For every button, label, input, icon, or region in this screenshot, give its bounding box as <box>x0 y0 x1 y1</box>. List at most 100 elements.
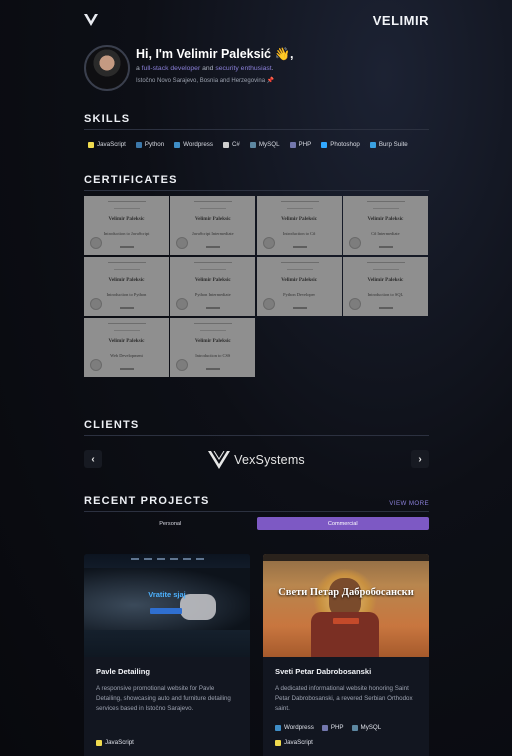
javascript-icon <box>275 739 281 746</box>
view-more-link[interactable]: VIEW MORE <box>389 500 429 507</box>
certificate-course: JavaScript Intermediate <box>192 231 234 236</box>
thumbnail-cta <box>150 608 182 614</box>
certificate-card[interactable]: Velimir Paleksic Web Development <box>84 318 169 377</box>
seal-icon <box>90 298 102 310</box>
javascript-icon <box>96 739 102 746</box>
certificate-course: Introduction to JavaScript <box>103 231 150 236</box>
skill-label: Python <box>144 141 165 148</box>
tech-mysql: MySQL <box>351 724 382 731</box>
carousel-next-button[interactable]: › <box>411 450 429 468</box>
client-name: VexSystems <box>234 453 305 467</box>
certificate-grid: Velimir Paleksic Introduction to JavaScri… <box>84 196 429 377</box>
certificate-card[interactable]: Velimir Paleksic Introduction to Python <box>84 257 169 316</box>
tagline: a full-stack developer and security enth… <box>136 65 294 72</box>
certificates-section: CERTIFICATES Velimir Paleksic Introductio… <box>84 174 429 377</box>
certificate-name: Velimir Paleksic <box>194 216 231 222</box>
issuer-logo-icon <box>206 246 221 248</box>
tech-label: MySQL <box>360 724 382 731</box>
issuer-logo-icon <box>120 307 134 309</box>
intro-text: Hi, I'm Velimir Paleksić 👋, a full-stack… <box>136 47 294 84</box>
seal-icon <box>348 298 361 310</box>
skill-label: Burp Suite <box>378 141 408 148</box>
certificate-course: Python Intermediate <box>194 292 231 297</box>
tech-label: JavaScript <box>105 739 134 746</box>
issuer-logo-icon <box>292 307 307 309</box>
issuer-logo-icon <box>378 307 393 309</box>
role-fullstack: full-stack developer <box>141 65 201 72</box>
certificate-name: Velimir Paleksic <box>108 216 145 222</box>
clients-carousel: ‹ VexSystems › <box>84 442 429 478</box>
project-tech-list: JavaScript <box>96 739 134 746</box>
certificate-name: Velimir Paleksic <box>281 277 318 283</box>
skill-label: MySQL <box>258 141 280 148</box>
certificate-name: Velimir Paleksic <box>108 338 145 344</box>
certificate-name: Velimir Paleksic <box>108 277 145 283</box>
php-icon <box>289 141 296 148</box>
tech-label: PHP <box>330 724 344 731</box>
seal-icon <box>348 237 361 249</box>
photoshop-icon <box>321 141 328 148</box>
tab-commercial[interactable]: Commercial <box>256 517 429 530</box>
project-card-pavle-detailing[interactable]: Vratite sjaj Pavle Detailing A responsiv… <box>84 554 250 756</box>
tagline-and: and <box>200 65 216 72</box>
skill-mysql: MySQL <box>246 137 286 153</box>
wordpress-icon <box>275 724 281 731</box>
issuer-logo-icon <box>292 246 307 248</box>
seal-icon <box>176 359 189 371</box>
project-thumbnail[interactable]: Свети Петар Дабробосански <box>263 554 429 657</box>
skill-javascript: JavaScript <box>84 137 132 153</box>
v-logo-icon[interactable] <box>84 14 98 26</box>
certificate-name: Velimir Paleksic <box>367 216 404 222</box>
seal-icon <box>90 359 102 371</box>
page-content: VELIMIR Hi, I'm Velimir Paleksić 👋, a fu… <box>84 0 429 756</box>
certificates-heading: CERTIFICATES <box>84 174 429 191</box>
carousel-prev-button[interactable]: ‹ <box>84 450 102 468</box>
skill-burp-suite: Burp Suite <box>366 137 414 153</box>
certificate-card[interactable]: Velimir Paleksic Python Intermediate <box>170 257 256 316</box>
certificate-card[interactable]: Velimir Paleksic Introduction to SQL <box>342 257 428 316</box>
seal-icon <box>262 237 275 249</box>
certificate-course: Introduction to CSS <box>195 353 231 358</box>
certificate-card[interactable]: Velimir Paleksic C# Intermediate <box>342 196 428 255</box>
skill-php: PHP <box>286 137 318 153</box>
thumbnail-car-image <box>84 568 250 630</box>
seal-icon <box>176 237 189 249</box>
c-icon <box>222 141 229 148</box>
project-card-body: Pavle Detailing A responsive promotional… <box>84 657 250 724</box>
tech-wordpress: Wordpress <box>275 724 314 731</box>
issuer-logo-icon <box>378 246 393 248</box>
skill-label: Wordpress <box>183 141 213 148</box>
certificate-card[interactable]: Velimir Paleksic Introduction to JavaScri… <box>84 196 169 255</box>
certificate-course: Introduction to C# <box>282 231 316 236</box>
certificate-course: C# Intermediate <box>371 231 400 236</box>
thumbnail-nav <box>263 554 429 561</box>
avatar <box>84 45 130 91</box>
certificate-card[interactable]: Velimir Paleksic JavaScript Intermediate <box>170 196 256 255</box>
tab-personal[interactable]: Personal <box>84 517 257 530</box>
certificate-card[interactable]: Velimir Paleksic Introduction to CSS <box>170 318 256 377</box>
client-logo-vexsystems[interactable]: VexSystems <box>208 451 305 469</box>
project-card-sveti-petar[interactable]: Свети Петар Дабробосански Sveti Petar Da… <box>263 554 429 756</box>
project-cards: Vratite sjaj Pavle Detailing A responsiv… <box>84 554 429 756</box>
project-title: Sveti Petar Dabrobosanski <box>275 667 372 676</box>
skill-python: Python <box>132 137 170 153</box>
burp-suite-icon <box>369 141 376 148</box>
certificate-card[interactable]: Velimir Paleksic Introduction to C# <box>256 196 342 255</box>
skill-photoshop: Photoshop <box>317 137 366 153</box>
skill-label: PHP <box>298 141 312 148</box>
seal-icon <box>90 237 102 249</box>
project-thumbnail[interactable]: Vratite sjaj <box>84 554 250 657</box>
brand-name[interactable]: VELIMIR <box>373 13 429 28</box>
thumbnail-nav <box>84 558 250 560</box>
tech-php: PHP <box>321 724 344 731</box>
tech-javascript: JavaScript <box>275 739 313 746</box>
project-description: A dedicated informational website honori… <box>275 685 413 712</box>
vexsystems-logo-icon <box>208 451 231 469</box>
project-tabs: Personal Commercial <box>84 517 429 530</box>
certificate-card[interactable]: Velimir Paleksic Python Developer <box>256 257 342 316</box>
clients-heading: CLIENTS <box>84 419 429 436</box>
project-description: A responsive promotional website for Pav… <box>96 685 231 712</box>
issuer-logo-icon <box>120 246 134 248</box>
project-tech-list: Wordpress PHP MySQL JavaScript <box>275 724 425 746</box>
pin-icon: 📌 <box>266 78 275 84</box>
